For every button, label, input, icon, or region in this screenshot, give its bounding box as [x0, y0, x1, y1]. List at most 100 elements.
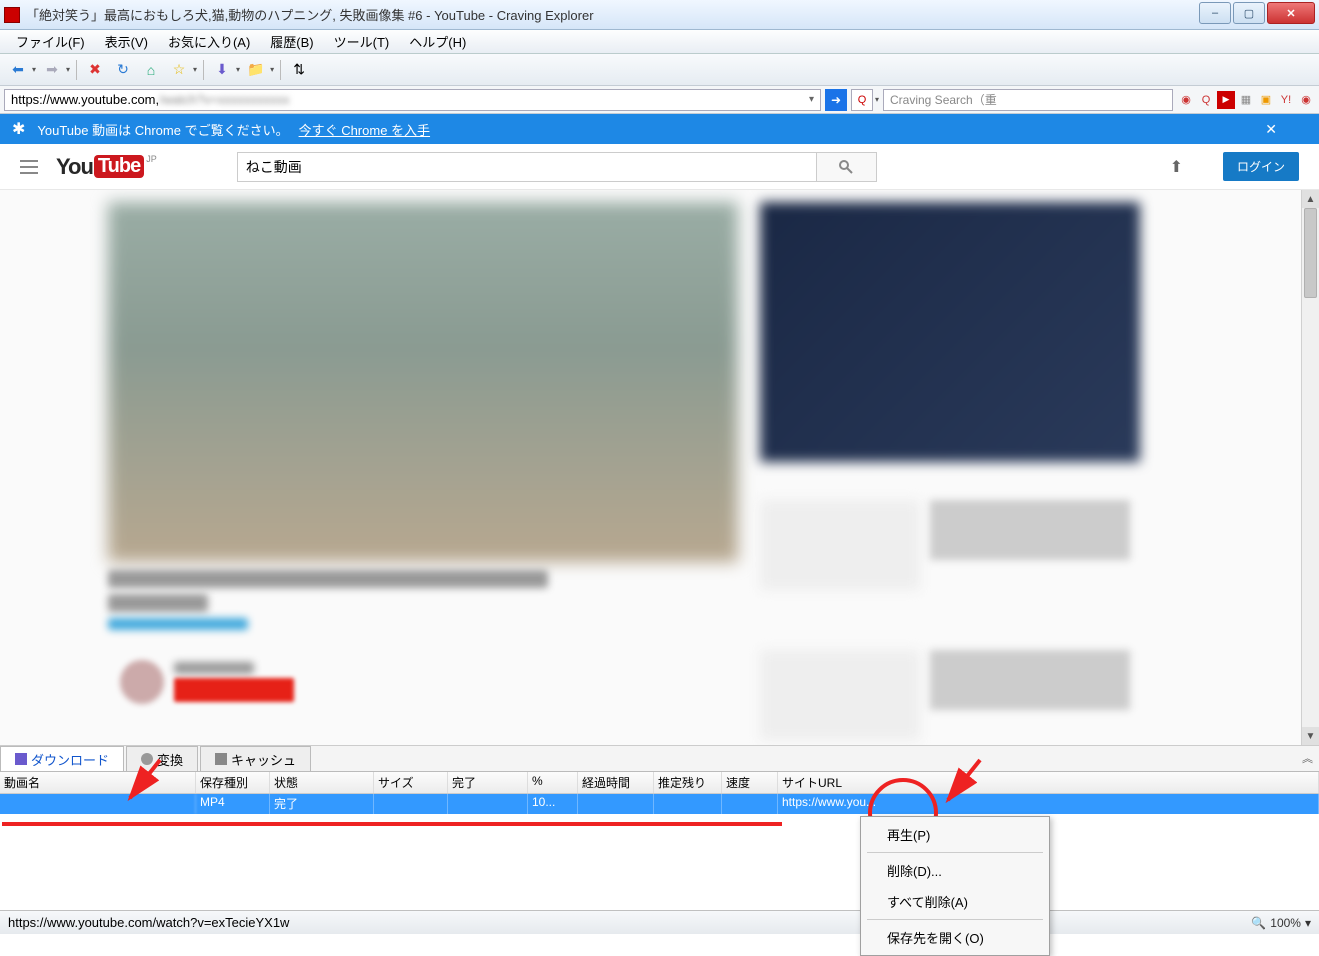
search-input[interactable]: Craving Search（重: [883, 89, 1173, 111]
menu-view[interactable]: 表示(V): [95, 30, 158, 53]
menu-tools[interactable]: ツール(T): [324, 30, 400, 53]
col-elapsed[interactable]: 経過時間: [578, 772, 654, 793]
cell-name: [0, 794, 196, 814]
favorites-dropdown-icon[interactable]: ▾: [193, 65, 197, 74]
video-subtitle-blur: [108, 594, 208, 612]
subscribe-button[interactable]: [174, 678, 294, 702]
logo-you: You: [56, 154, 93, 180]
cell-size: [374, 794, 448, 814]
window-title: 「絶対笑う」最高におもしろ犬,猫,動物のハプニング, 失敗画像集 #6 - Yo…: [26, 5, 1315, 24]
download-row[interactable]: MP4 完了 10... https://www.you...: [0, 794, 1319, 814]
tab-download[interactable]: ダウンロード: [0, 746, 124, 771]
chrome-notice-text: YouTube 動画は Chrome でご覧ください。: [37, 120, 288, 139]
security-dropdown-icon[interactable]: ▾: [875, 95, 879, 104]
stop-button[interactable]: ✖: [83, 58, 107, 82]
ctx-play[interactable]: 再生(P): [863, 819, 1047, 850]
forward-button[interactable]: ➡: [40, 58, 64, 82]
addressbar: https://www.youtube.com, /watch?v=xxxxxx…: [0, 86, 1319, 114]
quick-icon-1[interactable]: ◉: [1177, 91, 1195, 109]
video-player[interactable]: [108, 202, 738, 562]
status-url: https://www.youtube.com/watch?v=exTecieY…: [8, 915, 289, 930]
go-button[interactable]: ➜: [825, 89, 847, 111]
sidebar-ad[interactable]: [760, 202, 1140, 462]
menu-favorites[interactable]: お気に入り(A): [158, 30, 260, 53]
tab-convert[interactable]: 変換: [126, 746, 198, 771]
url-dropdown-icon[interactable]: ▾: [809, 94, 814, 105]
zoom-value: 100%: [1270, 916, 1301, 930]
chrome-install-link[interactable]: 今すぐ Chrome を入手: [299, 120, 430, 139]
scroll-up-icon[interactable]: ▲: [1302, 190, 1319, 208]
channel-avatar[interactable]: [120, 660, 164, 704]
col-name[interactable]: 動画名: [0, 772, 196, 793]
ctx-separator: [867, 852, 1043, 853]
toolbar-separator: [203, 60, 204, 80]
menu-history[interactable]: 履歴(B): [260, 30, 323, 53]
zoom-dropdown-icon[interactable]: ▾: [1305, 916, 1311, 930]
search-icon: [838, 159, 854, 175]
col-size[interactable]: サイズ: [374, 772, 448, 793]
col-done[interactable]: 完了: [448, 772, 528, 793]
window-titlebar: 「絶対笑う」最高におもしろ犬,猫,動物のハプニング, 失敗画像集 #6 - Yo…: [0, 0, 1319, 30]
quick-icon-4[interactable]: ▦: [1237, 91, 1255, 109]
scroll-down-icon[interactable]: ▼: [1302, 727, 1319, 745]
window-controls: – ▢ ✕: [1197, 2, 1315, 24]
video-info: [108, 570, 738, 636]
yahoo-icon[interactable]: Y!: [1277, 91, 1295, 109]
logo-tube: Tube: [94, 155, 144, 178]
ctx-delete[interactable]: 削除(D)...: [863, 855, 1047, 886]
folder-button[interactable]: 📁: [244, 58, 268, 82]
minimize-button[interactable]: –: [1199, 2, 1231, 24]
close-button[interactable]: ✕: [1267, 2, 1315, 24]
download-header-row: 動画名 保存種別 状態 サイズ 完了 % 経過時間 推定残り 速度 サイトURL: [0, 772, 1319, 794]
home-button[interactable]: ⌂: [139, 58, 163, 82]
youtube-search-input[interactable]: [237, 152, 817, 182]
youtube-icon[interactable]: ▶: [1217, 91, 1235, 109]
col-speed[interactable]: 速度: [722, 772, 778, 793]
back-button[interactable]: ⬅: [6, 58, 30, 82]
reload-button[interactable]: ↻: [111, 58, 135, 82]
col-url[interactable]: サイトURL: [778, 772, 1319, 793]
col-remain[interactable]: 推定残り: [654, 772, 722, 793]
zoom-control[interactable]: 🔍 100% ▾: [1251, 916, 1311, 930]
ctx-open-folder[interactable]: 保存先を開く(O): [863, 922, 1047, 953]
rakuten-icon[interactable]: ◉: [1297, 91, 1315, 109]
login-button[interactable]: ログイン: [1223, 152, 1299, 181]
menu-help[interactable]: ヘルプ(H): [399, 30, 476, 53]
url-blurred: /watch?v=xxxxxxxxxxx: [159, 92, 289, 107]
hamburger-icon[interactable]: [20, 160, 38, 174]
tab-convert-label: 変換: [157, 750, 183, 769]
related-video-2[interactable]: [760, 650, 920, 740]
convert-tab-icon: [141, 753, 153, 765]
folder-dropdown-icon[interactable]: ▾: [270, 65, 274, 74]
vertical-scrollbar[interactable]: ▲ ▼: [1301, 190, 1319, 745]
download-dropdown-icon[interactable]: ▾: [236, 65, 240, 74]
youtube-search-button[interactable]: [817, 152, 877, 182]
panel-expand-icon[interactable]: ︽: [1302, 750, 1313, 766]
upload-icon[interactable]: ⬆: [1170, 157, 1183, 177]
ctx-delete-all[interactable]: すべて削除(A): [863, 886, 1047, 917]
favorites-button[interactable]: ☆: [167, 58, 191, 82]
youtube-logo[interactable]: You Tube JP: [56, 154, 157, 180]
download-button[interactable]: ⬇: [210, 58, 234, 82]
search-placeholder: Craving Search（重: [890, 91, 997, 108]
url-input[interactable]: https://www.youtube.com, /watch?v=xxxxxx…: [4, 89, 821, 111]
quick-icon-2[interactable]: Q: [1197, 91, 1215, 109]
forward-dropdown-icon[interactable]: ▾: [66, 65, 70, 74]
related-text-1: [930, 500, 1130, 560]
notice-close-icon[interactable]: ✕: [1265, 121, 1277, 138]
security-icon[interactable]: Q: [851, 89, 873, 111]
menu-file[interactable]: ファイル(F): [6, 30, 95, 53]
back-dropdown-icon[interactable]: ▾: [32, 65, 36, 74]
tab-cache[interactable]: キャッシュ: [200, 746, 311, 771]
col-state[interactable]: 状態: [270, 772, 374, 793]
toolbar-separator: [280, 60, 281, 80]
col-type[interactable]: 保存種別: [196, 772, 270, 793]
scroll-thumb[interactable]: [1304, 208, 1317, 298]
maximize-button[interactable]: ▢: [1233, 2, 1265, 24]
col-percent[interactable]: %: [528, 772, 578, 793]
cell-state: 完了: [270, 794, 374, 814]
download-tab-icon: [15, 753, 27, 765]
settings-button[interactable]: ⇅: [287, 58, 311, 82]
related-video-1[interactable]: [760, 500, 920, 590]
quick-icon-5[interactable]: ▣: [1257, 91, 1275, 109]
